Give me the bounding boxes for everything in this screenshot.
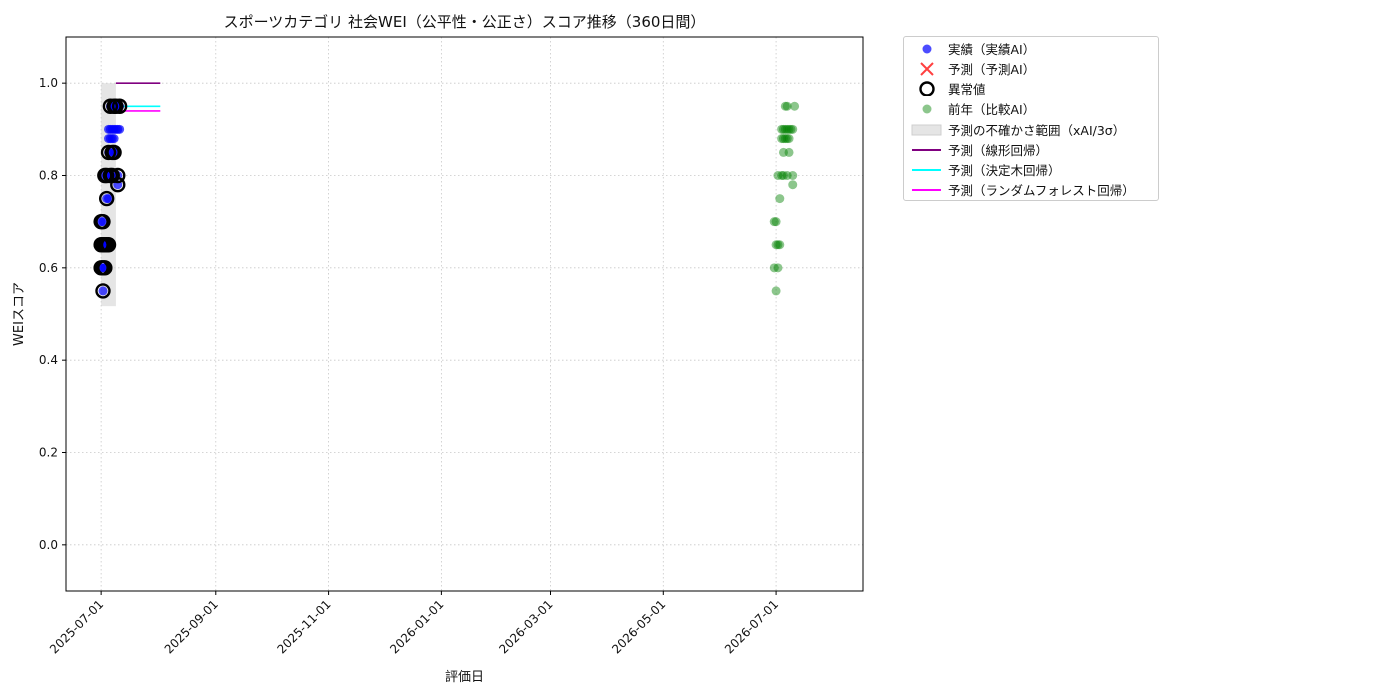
y-tick-label: 0.8	[39, 169, 58, 183]
x-tick-label: 2026-05-01	[609, 597, 668, 656]
actual-point	[109, 134, 119, 144]
marks-layer	[93, 82, 800, 299]
prior-year-point	[773, 263, 783, 273]
legend-label: 予測（決定木回帰）	[948, 163, 1061, 178]
legend-item-forecast: 予測（予測AI）	[904, 58, 1158, 78]
prior-year-point	[788, 124, 798, 134]
legend-item-prior-year: 前年（比較AI）	[904, 98, 1158, 118]
ticks-layer: 0.0 0.2 0.4 0.6 0.8 1.0 2025-07-01 2025-09-01 20…	[39, 76, 781, 656]
prior-year-point	[775, 194, 785, 204]
legend-swatch-linear	[912, 149, 941, 151]
prior-year-point	[775, 240, 785, 250]
legend-label: 予測（予測AI）	[948, 62, 1036, 77]
legend-label: 異常値	[948, 82, 986, 97]
x-tick-label: 2025-09-01	[162, 597, 221, 656]
y-tick-label: 1.0	[39, 76, 58, 90]
chart: 0.0 0.2 0.4 0.6 0.8 1.0 2025-07-01 2025-09-01 20…	[12, 13, 864, 685]
y-tick-label: 0.2	[39, 446, 58, 460]
x-tick-label: 2026-03-01	[496, 597, 555, 656]
legend-swatch-random-forest	[912, 189, 941, 191]
legend-swatch-decision-tree	[912, 169, 941, 171]
x-tick-label: 2025-11-01	[274, 597, 333, 656]
legend-label: 前年（比較AI）	[948, 102, 1036, 117]
legend-swatch-anomaly	[919, 81, 935, 96]
prior-year-point	[771, 217, 781, 227]
legend-item-anomaly: 異常値	[904, 78, 1158, 98]
legend-label: 予測の不確かさ範囲（xAI/3σ）	[948, 123, 1126, 138]
prior-year-point	[784, 134, 794, 144]
actual-point	[115, 124, 125, 134]
legend-label: 実績（実績AI）	[948, 42, 1036, 57]
chart-title: スポーツカテゴリ 社会WEI（公平性・公正さ）スコア推移（360日間）	[224, 13, 706, 31]
legend-label: 予測（線形回帰）	[948, 143, 1049, 158]
x-axis-title: 評価日	[445, 670, 484, 685]
x-tick-label: 2026-01-01	[387, 597, 446, 656]
x-tick-label: 2025-07-01	[47, 597, 106, 656]
legend-swatch-prior-year	[922, 104, 932, 114]
legend-item-decision-tree: 予測（決定木回帰）	[904, 159, 1158, 179]
legend-item-random-forest: 予測（ランダムフォレスト回帰）	[904, 179, 1158, 199]
legend-item-actual: 実績（実績AI）	[904, 38, 1158, 58]
legend-swatch-actual	[922, 44, 932, 54]
plot-area	[65, 36, 864, 592]
prior-year-point	[788, 180, 798, 190]
legend-label: 予測（ランダムフォレスト回帰）	[948, 183, 1135, 198]
legend-item-uncertainty: 予測の不確かさ範囲（xAI/3σ）	[904, 119, 1158, 139]
x-tick-label: 2026-07-01	[722, 597, 781, 656]
legend-swatch-uncertainty	[911, 124, 942, 136]
actual-point	[98, 286, 108, 296]
prior-year-point	[788, 171, 798, 180]
y-tick-label: 0.4	[39, 353, 58, 367]
y-tick-label: 0.6	[39, 261, 58, 275]
prior-year-point	[771, 286, 781, 296]
prior-year-point	[784, 147, 794, 157]
y-tick-label: 0.0	[39, 538, 58, 552]
grid	[66, 37, 863, 591]
y-axis-title: WEIスコア	[12, 282, 27, 346]
legend: 実績（実績AI） 予測（予測AI） 異常値 前年（比較AI） 予測の不確かさ範囲…	[903, 36, 1159, 201]
legend-swatch-forecast	[920, 62, 934, 76]
prior-year-point	[790, 101, 800, 111]
legend-item-linear: 予測（線形回帰）	[904, 139, 1158, 159]
